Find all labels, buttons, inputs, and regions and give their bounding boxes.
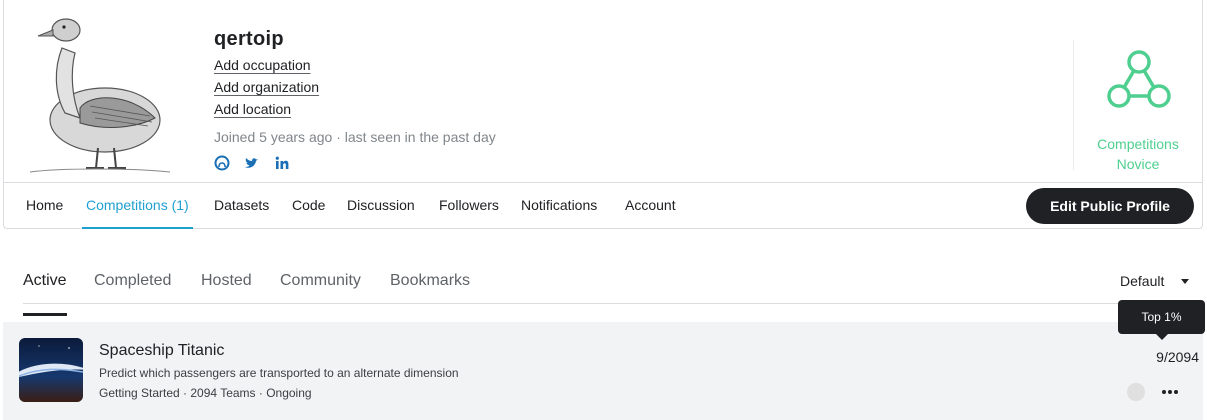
add-location-link[interactable]: Add location: [214, 101, 291, 117]
profile-avatar: [20, 8, 180, 178]
tab-home[interactable]: Home: [26, 183, 63, 229]
tab-discussion[interactable]: Discussion: [347, 183, 415, 229]
tier-label: Competitions Novice: [1074, 134, 1202, 174]
profile-card: qertoip Add occupation Add organization …: [3, 0, 1203, 229]
tier-category: Competitions: [1097, 136, 1179, 152]
competitions-tier: Competitions Novice: [1073, 40, 1201, 172]
competition-thumbnail[interactable]: [19, 338, 83, 402]
rank-tooltip: Top 1%: [1118, 300, 1205, 340]
add-occupation-link[interactable]: Add occupation: [214, 57, 311, 73]
subtab-hosted[interactable]: Hosted: [201, 272, 252, 304]
twitter-icon[interactable]: [244, 155, 260, 171]
subtab-completed[interactable]: Completed: [94, 272, 171, 304]
profile-info: qertoip Add occupation Add organization …: [214, 28, 496, 171]
spaceship-image: [19, 338, 83, 402]
linkedin-icon[interactable]: [274, 155, 290, 171]
tab-code[interactable]: Code: [292, 183, 325, 229]
competition-rank: 9/2094: [1156, 349, 1199, 365]
competition-row[interactable]: Spaceship Titanic Predict which passenge…: [3, 322, 1203, 420]
profile-nav: Home Competitions (1) Datasets Code Disc…: [4, 182, 1202, 229]
competition-meta: Getting Started · 2094 Teams · Ongoing: [99, 386, 312, 400]
github-icon[interactable]: [214, 155, 230, 171]
tier-level: Novice: [1116, 156, 1160, 172]
joined-text: Joined 5 years ago · last seen in the pa…: [214, 129, 496, 145]
tier-triangle-icon: [1107, 50, 1171, 108]
add-organization-link[interactable]: Add organization: [214, 79, 319, 95]
competition-title[interactable]: Spaceship Titanic: [99, 342, 224, 360]
subtab-community[interactable]: Community: [280, 272, 361, 304]
tab-account[interactable]: Account: [625, 183, 676, 229]
subtab-active[interactable]: Active: [23, 272, 67, 316]
competition-description: Predict which passengers are transported…: [99, 366, 459, 380]
tab-notifications[interactable]: Notifications: [521, 183, 597, 229]
sort-dropdown[interactable]: Default: [1120, 273, 1164, 289]
competition-subtabs: Active Completed Hosted Community Bookma…: [23, 260, 1203, 316]
chevron-down-icon[interactable]: [1181, 279, 1189, 284]
tab-followers[interactable]: Followers: [439, 183, 499, 229]
social-links: [214, 155, 496, 171]
username: qertoip: [214, 28, 284, 50]
tab-datasets[interactable]: Datasets: [214, 183, 269, 229]
more-options-icon[interactable]: [1160, 382, 1180, 402]
goose-illustration: [29, 18, 171, 173]
subtab-bookmarks[interactable]: Bookmarks: [390, 272, 470, 304]
team-avatar[interactable]: [1127, 383, 1145, 401]
edit-public-profile-button[interactable]: Edit Public Profile: [1026, 188, 1194, 224]
tab-competitions[interactable]: Competitions (1): [82, 183, 193, 229]
